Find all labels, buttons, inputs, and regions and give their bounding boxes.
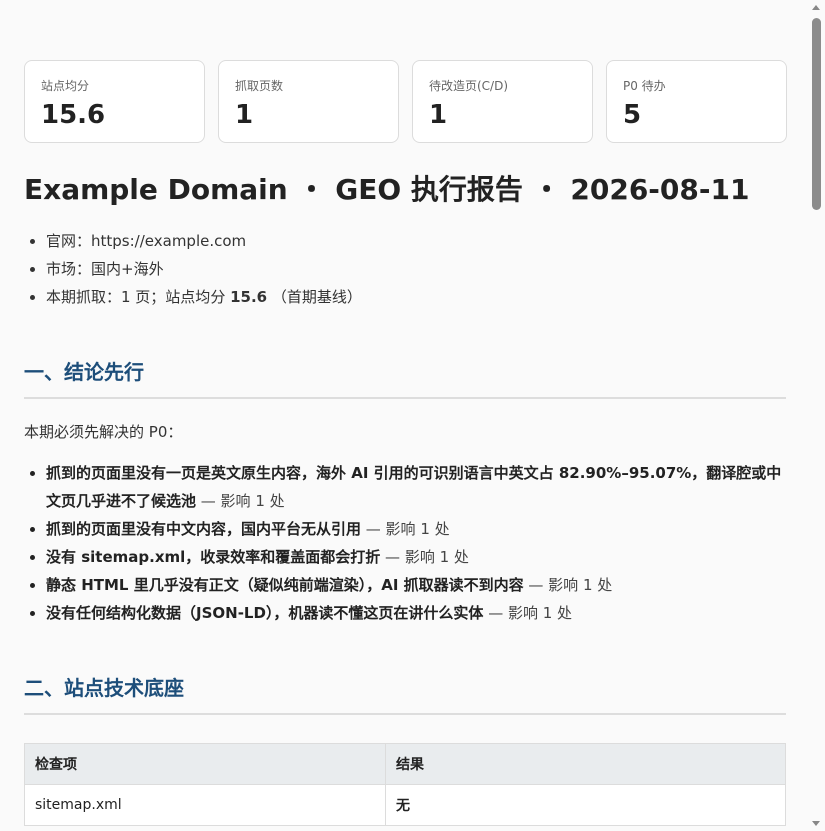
scroll-up-arrow-icon[interactable] (812, 5, 820, 10)
p0-item-text: 静态 HTML 里几乎没有正文（疑似纯前端渲染），AI 抓取器读不到内容 (46, 576, 524, 594)
stat-value: 15.6 (41, 100, 106, 130)
stat-card-site-score: 站点均分 15.6 (24, 60, 205, 143)
section-title-tech: 二、站点技术底座 (24, 673, 786, 715)
section-title-conclusions: 一、结论先行 (24, 357, 786, 399)
p0-item-impact: — 影响 1 处 (483, 604, 573, 622)
table-row: sitemap.xml 无 (24, 784, 786, 826)
report-meta-list: 官网：https://example.com 市场：国内+海外 本期抓取：1 页… (24, 227, 786, 311)
stat-label: 站点均分 (41, 79, 90, 93)
table-cell-result: 无 (385, 784, 786, 826)
report-title: Example Domain ・ GEO 执行报告 ・ 2026-08-11 (24, 173, 750, 206)
table-cell-item: sitemap.xml (24, 784, 386, 826)
stat-label: 待改造页(C/D) (429, 79, 509, 93)
meta-market-label: 市场： (46, 260, 92, 278)
p0-item: 静态 HTML 里几乎没有正文（疑似纯前端渲染），AI 抓取器读不到内容 — 影… (46, 571, 786, 599)
p0-item: 抓到的页面里没有一页是英文原生内容，海外 AI 引用的可识别语言中英文占 82.… (46, 459, 786, 515)
meta-site-url: https://example.com (91, 232, 247, 250)
meta-crawl-prefix: 本期抓取：1 页；站点均分 (46, 288, 231, 306)
stat-value: 5 (623, 100, 642, 130)
stat-card-p0-todo: P0 待办 5 (606, 60, 787, 143)
scrollbar-thumb[interactable] (812, 18, 821, 210)
meta-market-value: 国内+海外 (91, 260, 164, 278)
p0-item-text: 抓到的页面里没有中文内容，国内平台无从引用 (46, 520, 362, 538)
p0-item: 抓到的页面里没有中文内容，国内平台无从引用 — 影响 1 处 (46, 515, 786, 543)
stat-value: 1 (235, 100, 254, 130)
stat-card-pages-crawled: 抓取页数 1 (218, 60, 399, 143)
check-table: 检查项 结果 sitemap.xml 无 (24, 743, 786, 826)
stat-label: P0 待办 (623, 79, 666, 93)
table-header-row: 检查项 结果 (24, 743, 786, 785)
meta-item-market: 市场：国内+海外 (46, 255, 786, 283)
p0-list: 抓到的页面里没有一页是英文原生内容，海外 AI 引用的可识别语言中英文占 82.… (24, 459, 786, 627)
scroll-down-arrow-icon[interactable] (812, 821, 820, 826)
section-tech-foundation: 二、站点技术底座 检查项 结果 sitemap.xml 无 (24, 673, 786, 826)
p0-item: 没有任何结构化数据（JSON-LD），机器读不懂这页在讲什么实体 — 影响 1 … (46, 599, 786, 627)
meta-item-crawl: 本期抓取：1 页；站点均分 15.6 （首期基线） (46, 283, 786, 311)
p0-item-impact: — 影响 1 处 (523, 576, 613, 594)
p0-item-text: 抓到的页面里没有一页是英文原生内容，海外 AI 引用的可识别语言中英文占 82.… (46, 464, 782, 510)
p0-item-impact: — 影响 1 处 (361, 520, 450, 538)
p0-item-impact: — 影响 1 处 (196, 492, 285, 510)
report-page: 站点均分 15.6 抓取页数 1 待改造页(C/D) 1 P0 待办 5 Exa… (0, 0, 825, 831)
stat-label: 抓取页数 (235, 79, 284, 93)
column-header-item: 检查项 (24, 743, 386, 785)
p0-item-impact: — 影响 1 处 (380, 548, 469, 566)
p0-item: 没有 sitemap.xml，收录效率和覆盖面都会打折 — 影响 1 处 (46, 543, 786, 571)
p0-item-text: 没有任何结构化数据（JSON-LD），机器读不懂这页在讲什么实体 (46, 604, 484, 622)
meta-crawl-suffix: （首期基线） (267, 288, 362, 306)
column-header-result: 结果 (385, 743, 786, 785)
stat-card-pages-to-fix: 待改造页(C/D) 1 (412, 60, 593, 143)
meta-site-label: 官网： (46, 232, 92, 250)
stats-row: 站点均分 15.6 抓取页数 1 待改造页(C/D) 1 P0 待办 5 (24, 60, 787, 143)
p0-item-text: 没有 sitemap.xml，收录效率和覆盖面都会打折 (46, 548, 381, 566)
section-intro: 本期必须先解决的 P0： (24, 423, 183, 441)
meta-crawl-score: 15.6 (230, 288, 268, 306)
stat-value: 1 (429, 100, 448, 130)
report-content: 站点均分 15.6 抓取页数 1 待改造页(C/D) 1 P0 待办 5 Exa… (24, 60, 787, 826)
vertical-scrollbar[interactable] (808, 0, 825, 831)
section-conclusions: 一、结论先行 本期必须先解决的 P0： 抓到的页面里没有一页是英文原生内容，海外… (24, 357, 786, 627)
meta-item-site: 官网：https://example.com (46, 227, 786, 255)
